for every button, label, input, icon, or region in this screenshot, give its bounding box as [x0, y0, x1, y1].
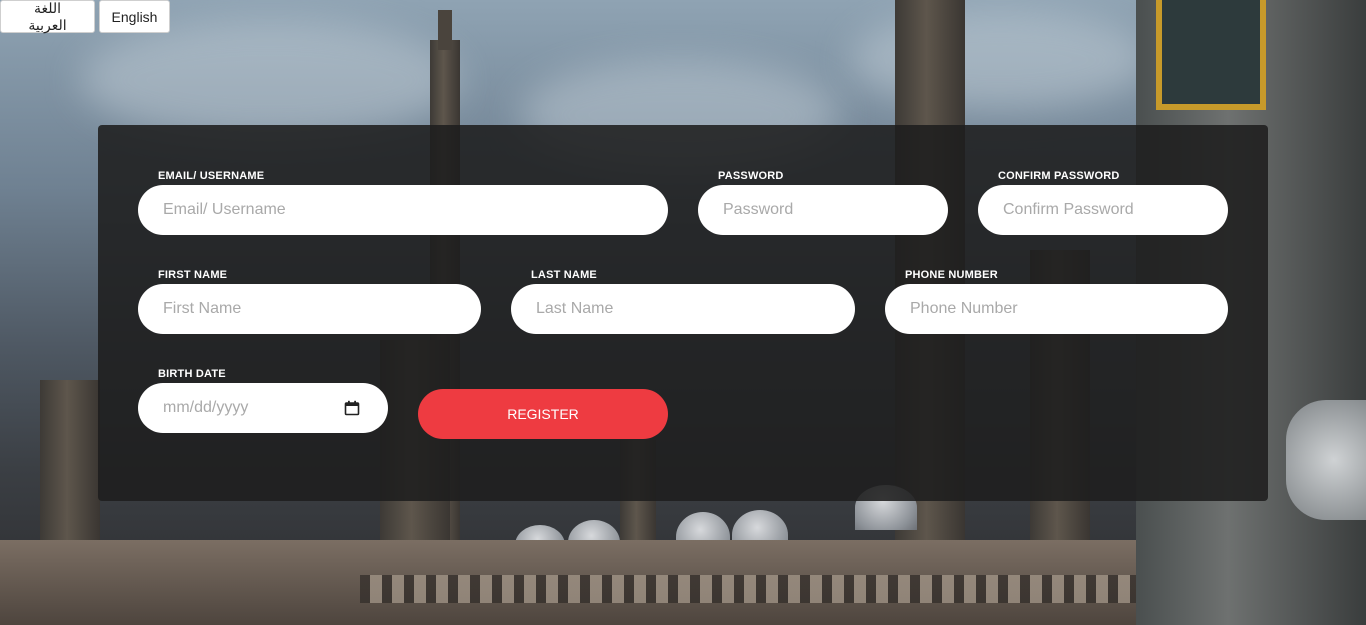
password-placeholder: Password: [723, 201, 794, 218]
email-placeholder: Email/ Username: [163, 201, 286, 218]
confirm-password-placeholder: Confirm Password: [1003, 201, 1134, 218]
arabic-language-button[interactable]: اللغة العربية: [0, 0, 95, 33]
language-switcher: اللغة العربية English: [0, 0, 170, 33]
first-name-field-group: FIRST NAME First Name: [138, 267, 481, 334]
email-input[interactable]: Email/ Username: [138, 185, 668, 235]
register-button[interactable]: REGISTER: [418, 389, 668, 439]
email-field-group: EMAIL/ USERNAME Email/ Username: [138, 168, 668, 235]
phone-placeholder: Phone Number: [910, 300, 1018, 317]
first-name-label: FIRST NAME: [158, 269, 228, 281]
last-name-placeholder: Last Name: [536, 300, 614, 317]
confirm-password-input[interactable]: Confirm Password: [978, 185, 1228, 235]
email-label: EMAIL/ USERNAME: [158, 170, 265, 182]
password-input[interactable]: Password: [698, 185, 948, 235]
password-field-group: PASSWORD Password: [698, 168, 948, 235]
first-name-input[interactable]: First Name: [138, 284, 481, 334]
last-name-label: LAST NAME: [531, 269, 597, 281]
last-name-field-group: LAST NAME Last Name: [511, 267, 855, 334]
confirm-password-field-group: CONFIRM PASSWORD Confirm Password: [978, 168, 1228, 235]
birth-date-field-group: BIRTH DATE mm/dd/yyyy: [138, 366, 388, 433]
phone-input[interactable]: Phone Number: [885, 284, 1228, 334]
phone-field-group: PHONE NUMBER Phone Number: [885, 267, 1228, 334]
birth-date-label: BIRTH DATE: [158, 368, 226, 380]
registration-form: EMAIL/ USERNAME Email/ Username PASSWORD…: [98, 125, 1268, 501]
password-label: PASSWORD: [718, 170, 784, 182]
confirm-password-label: CONFIRM PASSWORD: [998, 170, 1120, 182]
birth-date-input[interactable]: mm/dd/yyyy: [138, 383, 388, 433]
calendar-icon[interactable]: [344, 400, 360, 416]
phone-label: PHONE NUMBER: [905, 269, 998, 281]
last-name-input[interactable]: Last Name: [511, 284, 855, 334]
first-name-placeholder: First Name: [163, 300, 242, 317]
english-language-button[interactable]: English: [99, 0, 170, 33]
birth-date-placeholder: mm/dd/yyyy: [163, 399, 249, 416]
